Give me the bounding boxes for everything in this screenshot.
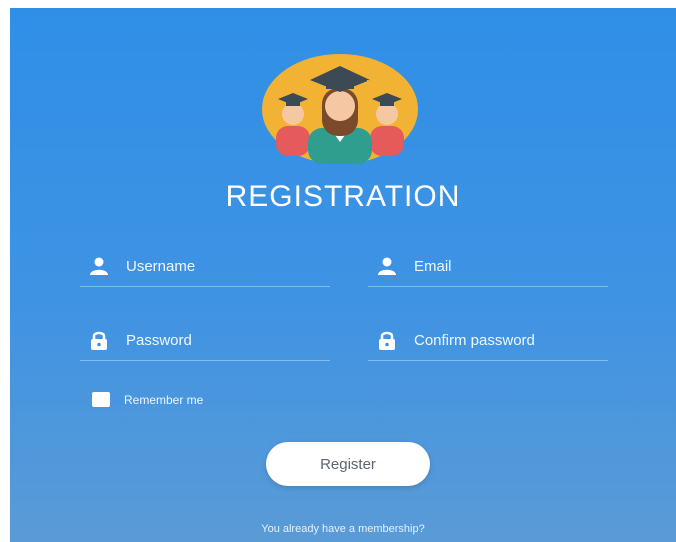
remember-me-checkbox[interactable] (92, 392, 110, 407)
remember-me-label: Remember me (124, 392, 204, 407)
password-input[interactable] (124, 330, 330, 350)
graduates-avatar-icon (262, 54, 418, 164)
registration-panel: REGISTRATION Remember me (10, 8, 676, 542)
confirm-password-input[interactable] (412, 330, 608, 350)
user-icon (378, 257, 396, 275)
page-title: REGISTRATION (225, 180, 461, 213)
username-field[interactable] (80, 246, 330, 287)
register-button[interactable]: Register (266, 442, 430, 486)
email-field[interactable] (368, 246, 608, 287)
confirm-password-field[interactable] (368, 320, 608, 361)
lock-icon (379, 331, 395, 350)
password-field[interactable] (80, 320, 330, 361)
membership-link[interactable]: You already have a membership? (10, 523, 676, 535)
lock-icon (91, 331, 107, 350)
email-input[interactable] (412, 256, 608, 276)
user-icon (90, 257, 108, 275)
remember-me[interactable]: Remember me (92, 392, 203, 407)
username-input[interactable] (124, 256, 330, 276)
